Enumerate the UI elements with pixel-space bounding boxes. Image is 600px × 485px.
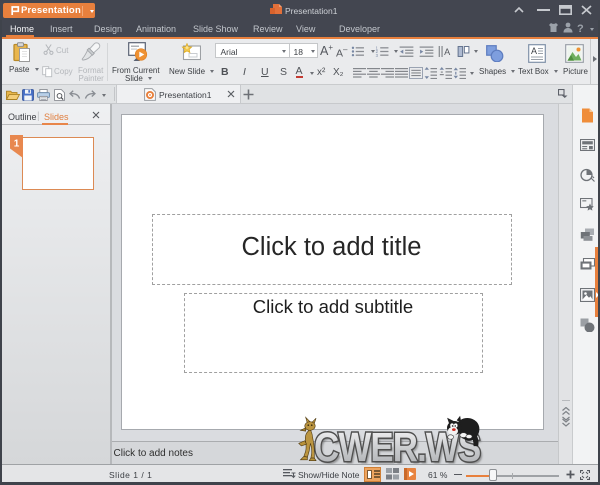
svg-text:1: 1 [14, 139, 20, 150]
svg-text:A: A [531, 46, 537, 56]
svg-text:A: A [444, 47, 451, 57]
svg-text:3: 3 [376, 53, 379, 57]
